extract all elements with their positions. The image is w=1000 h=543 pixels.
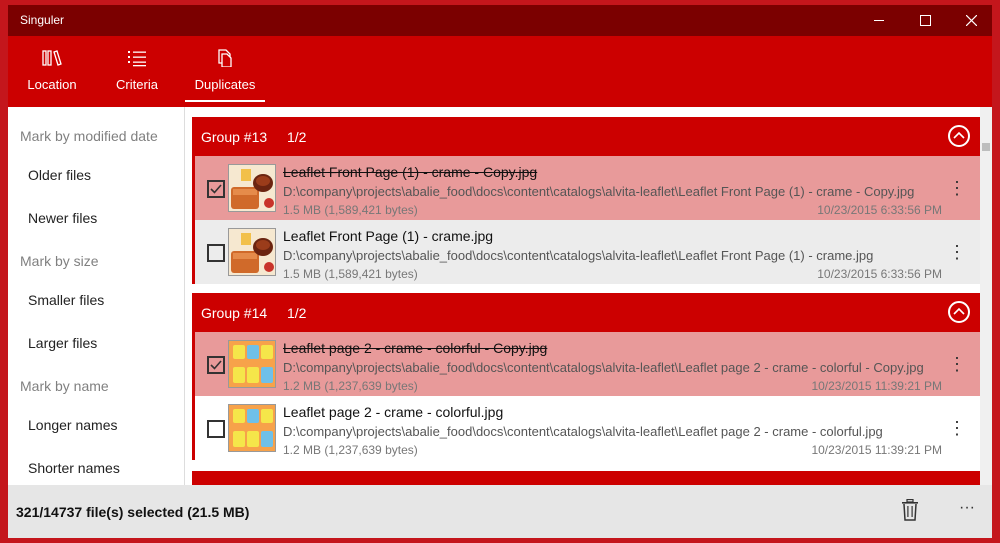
- file-path: D:\company\projects\abalie_food\docs\con…: [283, 248, 874, 263]
- file-size: 1.2 MB (1,237,639 bytes): [283, 379, 418, 393]
- tab-duplicates[interactable]: Duplicates: [185, 36, 265, 107]
- duplicates-list: Group #13 1/2 Leaflet Front Page (1) - c…: [186, 107, 992, 485]
- checkmark-icon: [210, 184, 222, 194]
- file-thumbnail: [228, 404, 276, 452]
- file-size: 1.2 MB (1,237,639 bytes): [283, 443, 418, 457]
- more-options-icon[interactable]: ⋮: [948, 418, 966, 439]
- file-name: Leaflet Front Page (1) - crame.jpg: [283, 228, 494, 244]
- sidebar-heading-modified-date: Mark by modified date: [20, 128, 158, 144]
- food-thumbnail-image: [229, 229, 275, 275]
- group-name: Group #13: [201, 129, 268, 145]
- file-checkbox[interactable]: [207, 180, 225, 198]
- sidebar-item-newer-files[interactable]: Newer files: [28, 210, 97, 226]
- food-thumbnail-image: [229, 165, 275, 211]
- vertical-scrollbar[interactable]: [980, 107, 992, 485]
- group-header[interactable]: Group #14 1/2: [192, 293, 980, 332]
- sidebar-heading-name: Mark by name: [20, 378, 109, 394]
- file-row[interactable]: Leaflet page 2 - crame - colorful - Copy…: [192, 332, 980, 396]
- library-icon: [42, 50, 62, 66]
- sidebar-heading-size: Mark by size: [20, 253, 99, 269]
- maximize-button[interactable]: [902, 5, 948, 36]
- copy-icon: [218, 49, 232, 67]
- more-options-icon[interactable]: ⋮: [948, 354, 966, 375]
- sidebar-item-longer-names[interactable]: Longer names: [28, 417, 118, 433]
- collapse-group-button[interactable]: [948, 125, 970, 147]
- file-date: 10/23/2015 6:33:56 PM: [817, 203, 942, 217]
- selected-tab-indicator: [185, 100, 265, 102]
- jars-thumbnail-image: [229, 341, 275, 387]
- file-name: Leaflet page 2 - crame - colorful - Copy…: [283, 340, 548, 356]
- group-count: 1/2: [287, 129, 307, 145]
- scrollbar-thumb[interactable]: [982, 143, 990, 151]
- file-thumbnail: [228, 340, 276, 388]
- sidebar: Mark by modified date Older files Newer …: [8, 107, 185, 485]
- trash-icon: [902, 498, 918, 521]
- list-icon: [128, 51, 146, 67]
- group-header-partial[interactable]: [192, 471, 980, 485]
- sidebar-item-older-files[interactable]: Older files: [28, 167, 91, 183]
- tab-location-label: Location: [27, 77, 77, 92]
- selection-status: 321/14737 file(s) selected (21.5 MB): [16, 504, 250, 520]
- file-date: 10/23/2015 6:33:56 PM: [817, 267, 942, 281]
- group-count: 1/2: [287, 305, 307, 321]
- file-checkbox[interactable]: [207, 244, 225, 262]
- group-name: Group #14: [201, 305, 268, 321]
- app-window: Singuler Location Criteria Duplicates Ma…: [8, 5, 992, 538]
- chevron-up-icon: [953, 131, 965, 139]
- file-row[interactable]: Leaflet page 2 - crame - colorful.jpg D:…: [192, 396, 980, 460]
- file-path: D:\company\projects\abalie_food\docs\con…: [283, 360, 924, 375]
- chevron-up-icon: [953, 307, 965, 315]
- file-date: 10/23/2015 11:39:21 PM: [811, 443, 942, 457]
- minimize-icon: [874, 19, 884, 21]
- sidebar-item-smaller-files[interactable]: Smaller files: [28, 292, 104, 308]
- status-bar: 321/14737 file(s) selected (21.5 MB) ···: [8, 485, 992, 538]
- tab-criteria[interactable]: Criteria: [108, 36, 166, 107]
- collapse-group-button[interactable]: [948, 301, 970, 323]
- tab-location[interactable]: Location: [21, 36, 83, 107]
- group-header[interactable]: Group #13 1/2: [192, 117, 980, 156]
- file-checkbox[interactable]: [207, 356, 225, 374]
- title-bar[interactable]: Singuler: [8, 5, 992, 36]
- checkmark-icon: [210, 360, 222, 370]
- close-icon: [965, 15, 977, 26]
- file-checkbox[interactable]: [207, 420, 225, 438]
- jars-thumbnail-image: [229, 405, 275, 451]
- more-options-icon[interactable]: ⋮: [948, 178, 966, 199]
- sidebar-item-larger-files[interactable]: Larger files: [28, 335, 97, 351]
- close-button[interactable]: [948, 5, 992, 36]
- file-row[interactable]: Leaflet Front Page (1) - crame.jpg D:\co…: [192, 220, 980, 284]
- file-path: D:\company\projects\abalie_food\docs\con…: [283, 184, 915, 199]
- file-size: 1.5 MB (1,589,421 bytes): [283, 267, 418, 281]
- file-path: D:\company\projects\abalie_food\docs\con…: [283, 424, 883, 439]
- file-size: 1.5 MB (1,589,421 bytes): [283, 203, 418, 217]
- file-name: Leaflet Front Page (1) - crame - Copy.jp…: [283, 164, 538, 180]
- toolbar: Location Criteria Duplicates: [8, 36, 992, 107]
- more-actions-button[interactable]: ···: [959, 499, 975, 517]
- window-title: Singuler: [20, 13, 65, 27]
- tab-criteria-label: Criteria: [116, 77, 158, 92]
- file-row[interactable]: Leaflet Front Page (1) - crame - Copy.jp…: [192, 156, 980, 220]
- more-options-icon[interactable]: ⋮: [948, 242, 966, 263]
- file-thumbnail: [228, 228, 276, 276]
- file-date: 10/23/2015 11:39:21 PM: [811, 379, 942, 393]
- file-thumbnail: [228, 164, 276, 212]
- tab-duplicates-label: Duplicates: [194, 77, 256, 92]
- delete-button[interactable]: [901, 498, 919, 526]
- sidebar-item-shorter-names[interactable]: Shorter names: [28, 460, 120, 476]
- file-name: Leaflet page 2 - crame - colorful.jpg: [283, 404, 504, 420]
- maximize-icon: [919, 15, 931, 26]
- minimize-button[interactable]: [856, 5, 902, 36]
